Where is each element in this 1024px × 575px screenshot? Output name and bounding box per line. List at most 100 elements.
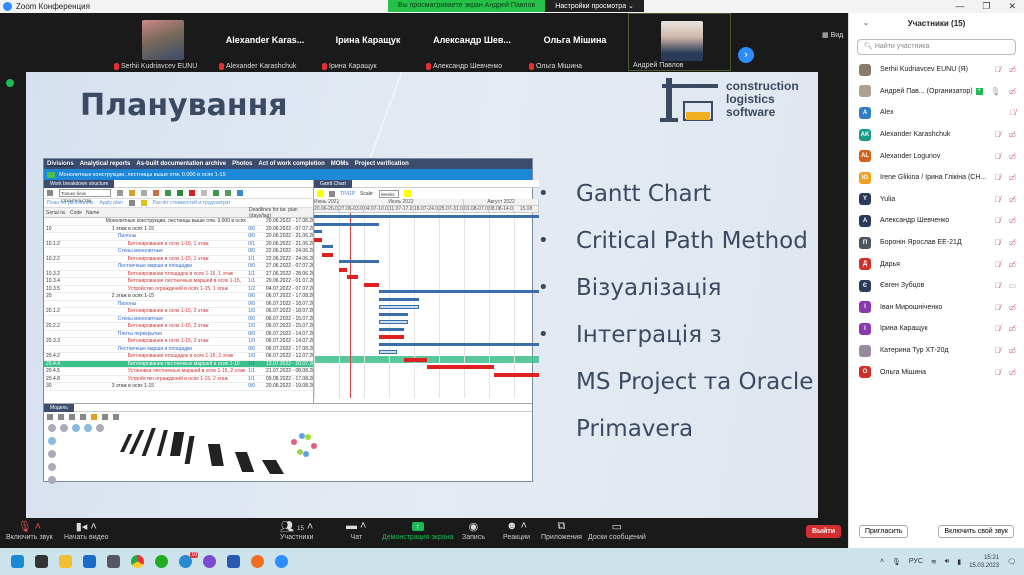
reactions-button[interactable]: ☻ ˄ Реакции <box>503 520 530 541</box>
participant-item[interactable]: Y Yulia 🎙̸ ▭̸ <box>849 189 1024 211</box>
wifi-icon[interactable]: ≋ <box>931 558 937 566</box>
row-dates: 06.07.2022 - 17.08.2022 <box>266 293 313 300</box>
zoom-icon[interactable] <box>275 555 288 568</box>
chrome-icon[interactable] <box>131 555 144 568</box>
participants-panel: ⌄ Участники (15) 🔍︎ Найти участника Serh… <box>848 13 1024 548</box>
viber-icon[interactable] <box>203 555 216 568</box>
calc-costs-label: Расчёт стоимостей и трудозатрат <box>152 200 231 206</box>
leave-button[interactable]: Выйти <box>806 525 842 538</box>
participant-item[interactable]: Д Дарья 🎙̸ ▭̸ <box>849 253 1024 275</box>
close-icon[interactable]: ✕ <box>1008 0 1016 13</box>
video-off-icon: ▭̸ <box>1008 130 1016 140</box>
app-breadcrumb-bar: Монолитные конструкции, лестницы выше от… <box>44 169 532 180</box>
participant-item[interactable]: І Іван Мирошніченко 🎙̸ ▭̸ <box>849 297 1024 319</box>
calculator-icon[interactable] <box>107 555 120 568</box>
microphone-icon[interactable]: 🎙︎ <box>892 558 901 566</box>
participant-item[interactable]: A Александр Шевченко 🎙̸ ▭̸ <box>849 210 1024 232</box>
avatar: AL <box>859 150 871 163</box>
unmute-me-button[interactable]: Включить свой звук <box>938 525 1014 538</box>
row-name: Монолитные конструкции, лестницы выше от… <box>105 218 249 225</box>
excel-icon <box>177 190 183 196</box>
participant-item[interactable]: Андрей Пав... (Организатор) + 🎙︎ ▭̸ <box>849 81 1024 103</box>
video-tile-active-speaker[interactable]: Андрей Павлов <box>628 13 731 71</box>
volume-icon[interactable]: 🔊︎ <box>945 558 949 566</box>
encryption-shield-icon[interactable] <box>6 79 14 87</box>
video-tile[interactable]: Alexander Karas... Alexander Karashchuk <box>215 13 315 71</box>
export-icon <box>165 190 171 196</box>
show-hidden-icons[interactable]: ˄ <box>880 558 884 565</box>
participant-item[interactable]: AK Alexander Karashchuk 🎙̸ ▭̸ <box>849 124 1024 146</box>
video-tile[interactable]: Ольга Мішина Ольга Мішина <box>525 13 625 71</box>
row-name: Лестничные марши и площадки <box>117 263 192 270</box>
gantt-week: 20.06-26.06 <box>314 206 339 212</box>
view-settings-button[interactable]: Настройки просмотра ⌄ <box>545 0 644 12</box>
avast-icon[interactable] <box>251 555 264 568</box>
viewing-screen-label: Вы просматриваете экран Андрей Павлов <box>388 0 546 12</box>
apps-label: Приложения <box>541 534 582 541</box>
window-controls: — ❐ ✕ <box>955 0 1016 13</box>
telegram-icon[interactable]: 10 <box>179 552 198 568</box>
restore-icon[interactable]: ❐ <box>982 0 990 13</box>
participant-item[interactable]: І Ірина Каращук 🎙̸ ▭̸ <box>849 318 1024 340</box>
share-screen-button[interactable]: ↑ Демонстрация экрана <box>382 520 454 541</box>
language-indicator[interactable]: РУС <box>909 558 923 565</box>
view-button[interactable]: ▦ Вид <box>822 31 843 39</box>
start-icon[interactable] <box>11 555 24 568</box>
participants-button[interactable]: 👥︎ 15 ˄ Участники <box>280 520 313 541</box>
row-name: Бетонирование площадок в осях 1-15, 1 эт… <box>127 270 234 277</box>
unmute-button[interactable]: 🎙︎ ˄ Включить звук <box>6 520 53 541</box>
wbs-row: 10.3.5 Устройство ограждений в осях 1-15,… <box>44 286 313 293</box>
record-button[interactable]: ◉ Запись <box>462 520 485 541</box>
participant-name: Євген Зубцов <box>880 282 925 290</box>
notifications-icon[interactable]: 🗨︎ <box>1007 558 1016 566</box>
video-off-icon: ▭̸ <box>1008 216 1016 226</box>
chat-button[interactable]: ▬ ˄ Чат <box>346 520 366 541</box>
mic-muted-icon <box>426 63 431 70</box>
participant-item[interactable]: О Ольга Мішина 🎙̸ ▭̸ <box>849 361 1024 383</box>
participant-item[interactable]: Катерина Тур ХТ-20д 🎙̸ ▭̸ <box>849 340 1024 362</box>
participant-item[interactable]: A Alex 🎙̸ <box>849 102 1024 124</box>
wbs-row: 20.3.3 Бетонирование в осях 1-15, 2 этаж 1… <box>44 338 313 346</box>
participants-footer: Пригласить Включить свой звук <box>849 525 1024 538</box>
participant-item[interactable]: AL Alexander Logunov 🎙̸ ▭̸ <box>849 145 1024 167</box>
task-view-icon[interactable] <box>35 555 48 568</box>
video-tile[interactable]: Александр Шев... Александр Шевченко <box>422 13 522 71</box>
file-explorer-icon[interactable] <box>59 555 72 568</box>
next-page-button[interactable]: › <box>738 47 754 63</box>
app-screenshot: Divisions Analytical reports As-built docu… <box>43 158 539 484</box>
participant-item[interactable]: IG Irene Glikina / Ірина Глікіна (СН... 🎙̸… <box>849 167 1024 189</box>
whatsapp-icon[interactable] <box>155 555 168 568</box>
person-icon <box>153 190 159 196</box>
minimize-icon[interactable]: — <box>955 0 964 13</box>
video-tile[interactable]: Serhii Kudriavcev EUNU <box>110 13 210 71</box>
avatar: Є <box>859 279 871 292</box>
col-serial: Serial № <box>46 209 66 216</box>
row-dates: 20.06.2022 - 19.08.2022 <box>266 383 313 390</box>
avatar: IG <box>859 171 871 184</box>
row-name: Бетонирование в осях 1-15, 1 этаж <box>127 255 209 262</box>
participant-item[interactable]: П Боронін Ярослав ЕЕ-21Д 🎙̸ ▭̸ <box>849 232 1024 254</box>
participants-title: Участники (15) <box>907 19 966 28</box>
reactions-icon: ☻ ˄ <box>505 520 528 532</box>
apps-button[interactable]: ⧉ Приложения <box>541 520 582 541</box>
mic-muted-icon: 🎙̸ <box>994 151 1001 161</box>
mic-muted-icon: 🎙̸ <box>994 173 1001 183</box>
participant-search-input[interactable]: 🔍︎ Найти участника <box>857 39 1016 55</box>
row-dates: 06.07.2022 - 14.07.2022 <box>266 338 313 345</box>
outlook-icon[interactable] <box>83 555 96 568</box>
start-video-button[interactable]: ▮◂ ˄ Начать видео <box>64 520 108 541</box>
whiteboards-button[interactable]: ▭ Доски сообщений <box>588 520 646 541</box>
video-tile[interactable]: Ірина Каращук Ірина Каращук <box>318 13 418 71</box>
collapse-chevron-icon[interactable]: ⌄ <box>863 13 869 35</box>
participant-item[interactable]: Є Євген Зубцов 🎙̸ ▭ <box>849 275 1024 297</box>
participant-item[interactable]: Serhii Kudriavcev EUNU (Я) 🎙̸ ▭̸ <box>849 59 1024 81</box>
logo-line: logistics <box>726 91 775 106</box>
record-icon: ◉ <box>468 521 479 533</box>
word-icon[interactable] <box>227 555 240 568</box>
clock[interactable]: 15:21 15.03.2023 <box>969 554 999 570</box>
invite-button[interactable]: Пригласить <box>859 525 909 538</box>
app-menu-item: Act of work completion <box>258 161 325 167</box>
gantt-week: 18.07-24.07 <box>414 206 439 212</box>
model-tool-icon <box>69 414 75 420</box>
battery-icon[interactable]: ▮ <box>957 558 961 566</box>
